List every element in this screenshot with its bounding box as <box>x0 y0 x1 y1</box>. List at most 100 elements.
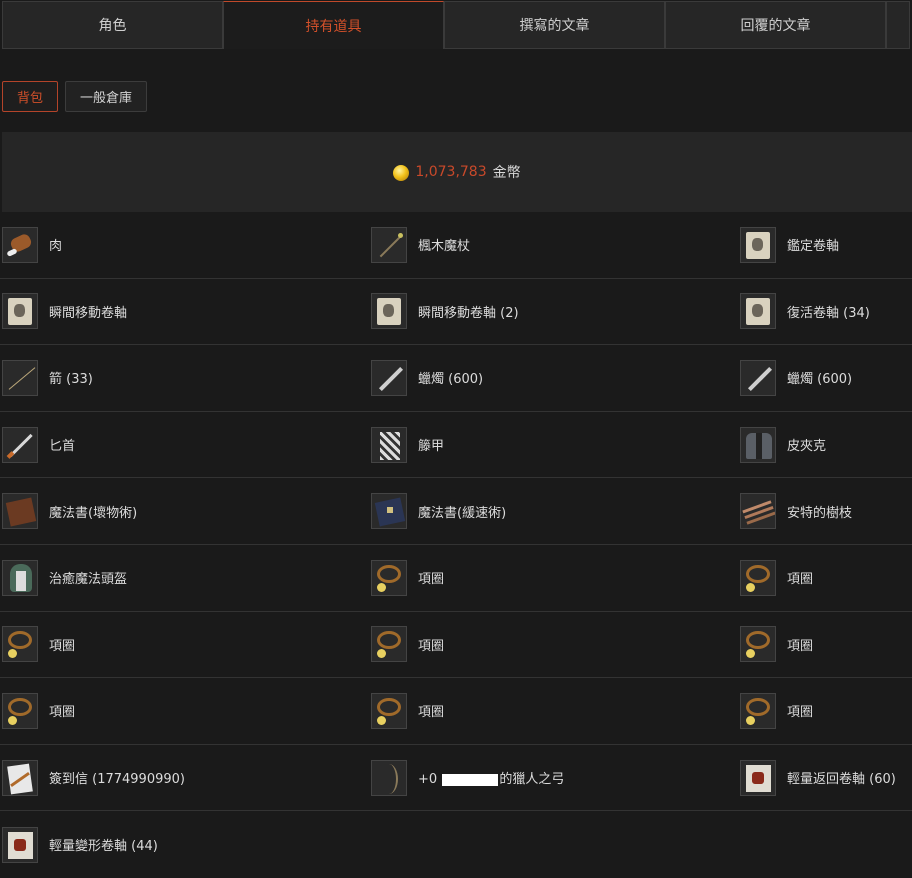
scroll-icon <box>740 226 776 263</box>
scroll-icon <box>2 826 38 863</box>
book-icon <box>371 493 407 530</box>
item-name: 皮夾克 <box>787 439 827 455</box>
item-name: 項圈 <box>787 572 814 588</box>
item-row: 魔法書(壞物術) 魔法書(緩速術) 安特的樹枝 <box>0 478 912 545</box>
item-name: 魔法書(壞物術) <box>49 505 138 521</box>
tab-items[interactable]: 持有道具 <box>223 1 444 49</box>
necklace-icon <box>740 626 776 663</box>
item-name: 鑑定卷軸 <box>787 239 840 255</box>
branch-icon <box>740 493 776 530</box>
tab-replied-posts[interactable]: 回覆的文章 <box>665 1 886 49</box>
item-cell[interactable]: 項圈 <box>0 612 369 678</box>
top-tabs: 角色 持有道具 撰寫的文章 回覆的文章 <box>2 1 912 51</box>
item-row: 箭 (33) 蠟燭 (600) 蠟燭 (600) <box>0 345 912 412</box>
item-cell[interactable]: +0 的獵人之弓 <box>369 745 738 811</box>
jacket-icon <box>740 426 776 463</box>
item-name: 項圈 <box>418 638 445 654</box>
necklace-icon <box>371 626 407 663</box>
item-cell[interactable]: 楓木魔杖 <box>369 212 738 278</box>
necklace-icon <box>371 692 407 729</box>
item-cell[interactable]: 皮夾克 <box>738 412 912 478</box>
book-icon <box>2 493 38 530</box>
item-name: 匕首 <box>49 439 76 455</box>
item-cell[interactable]: 輕量返回卷軸 (60) <box>738 745 912 811</box>
item-name: 輕量返回卷軸 (60) <box>787 772 896 788</box>
armor-icon <box>371 426 407 463</box>
meat-icon <box>2 226 38 263</box>
item-cell[interactable]: 項圈 <box>369 678 738 744</box>
item-cell[interactable]: 治癒魔法頭盔 <box>0 545 369 611</box>
helmet-icon <box>2 559 38 596</box>
item-name: 復活卷軸 (34) <box>787 305 870 321</box>
gold-unit: 金幣 <box>492 165 521 181</box>
item-cell[interactable]: 魔法書(緩速術) <box>369 478 738 544</box>
item-cell[interactable]: 瞬間移動卷軸 <box>0 279 369 345</box>
gold-amount: 1,073,783 <box>415 164 487 180</box>
scroll-icon <box>371 293 407 330</box>
item-name: 瞬間移動卷軸 (2) <box>418 305 519 321</box>
item-cell[interactable]: 蠟燭 (600) <box>738 345 912 411</box>
item-name: 蠟燭 (600) <box>418 372 484 388</box>
item-name: 項圈 <box>49 638 76 654</box>
bow-enhance-prefix: +0 <box>418 772 438 788</box>
item-cell[interactable]: 肉 <box>0 212 369 278</box>
backpack-button[interactable]: 背包 <box>2 81 59 112</box>
item-cell[interactable]: 瞬間移動卷軸 (2) <box>369 279 738 345</box>
item-name: 箭 (33) <box>49 372 93 388</box>
necklace-icon <box>2 626 38 663</box>
item-grid: 肉 楓木魔杖 鑑定卷軸 瞬間移動卷軸 瞬間移動卷軸 (2) 復活卷軸 (34) … <box>0 212 912 878</box>
item-cell[interactable]: 輕量變形卷軸 (44) <box>0 811 174 878</box>
tab-character[interactable]: 角色 <box>2 1 223 49</box>
item-row: 治癒魔法頭盔 項圈 項圈 <box>0 545 912 612</box>
tab-overflow[interactable] <box>886 1 910 49</box>
item-cell[interactable]: 鑑定卷軸 <box>738 212 912 278</box>
gold-panel: 1,073,783 金幣 <box>2 132 912 212</box>
storage-subtabs: 背包 一般倉庫 <box>2 81 148 112</box>
item-name: 肉 <box>49 239 63 255</box>
item-cell[interactable]: 安特的樹枝 <box>738 478 912 544</box>
item-cell[interactable]: 簽到信 (1774990990) <box>0 745 369 811</box>
item-name: 簽到信 (1774990990) <box>49 772 185 788</box>
necklace-icon <box>740 559 776 596</box>
item-cell[interactable]: 蠟燭 (600) <box>369 345 738 411</box>
item-name: +0 的獵人之弓 <box>418 768 564 787</box>
item-cell[interactable]: 項圈 <box>0 678 369 744</box>
warehouse-button[interactable]: 一般倉庫 <box>65 81 148 112</box>
item-name: 治癒魔法頭盔 <box>49 572 128 588</box>
item-cell[interactable]: 項圈 <box>738 678 912 744</box>
item-name: 項圈 <box>418 572 445 588</box>
item-name: 籐甲 <box>418 439 445 455</box>
item-cell[interactable]: 匕首 <box>0 412 369 478</box>
item-name: 輕量變形卷軸 (44) <box>49 839 158 855</box>
item-row: 項圈 項圈 項圈 <box>0 612 912 679</box>
item-cell[interactable]: 項圈 <box>738 612 912 678</box>
item-cell[interactable]: 項圈 <box>369 545 738 611</box>
letter-icon <box>2 759 38 796</box>
gold-coin-icon <box>393 165 410 181</box>
item-row: 肉 楓木魔杖 鑑定卷軸 <box>0 212 912 279</box>
redacted-block <box>442 773 499 786</box>
item-cell[interactable]: 項圈 <box>369 612 738 678</box>
item-cell[interactable]: 籐甲 <box>369 412 738 478</box>
candle-icon <box>740 359 776 396</box>
item-row: 匕首 籐甲 皮夾克 <box>0 412 912 479</box>
scroll-icon <box>740 759 776 796</box>
bow-icon <box>371 759 407 796</box>
scroll-icon <box>740 293 776 330</box>
item-name: 蠟燭 (600) <box>787 372 853 388</box>
dagger-icon <box>2 426 38 463</box>
item-cell[interactable]: 復活卷軸 (34) <box>738 279 912 345</box>
item-row: 項圈 項圈 項圈 <box>0 678 912 745</box>
item-name: 項圈 <box>787 638 814 654</box>
item-cell[interactable]: 魔法書(壞物術) <box>0 478 369 544</box>
item-cell[interactable]: 箭 (33) <box>0 345 369 411</box>
tab-written-posts[interactable]: 撰寫的文章 <box>444 1 665 49</box>
item-name: 項圈 <box>787 705 814 721</box>
staff-icon <box>371 226 407 263</box>
item-cell[interactable]: 項圈 <box>738 545 912 611</box>
item-name: 安特的樹枝 <box>787 505 853 521</box>
item-row: 瞬間移動卷軸 瞬間移動卷軸 (2) 復活卷軸 (34) <box>0 279 912 346</box>
item-row: 輕量變形卷軸 (44) <box>0 811 912 878</box>
item-name: 魔法書(緩速術) <box>418 505 507 521</box>
item-name: 項圈 <box>49 705 76 721</box>
